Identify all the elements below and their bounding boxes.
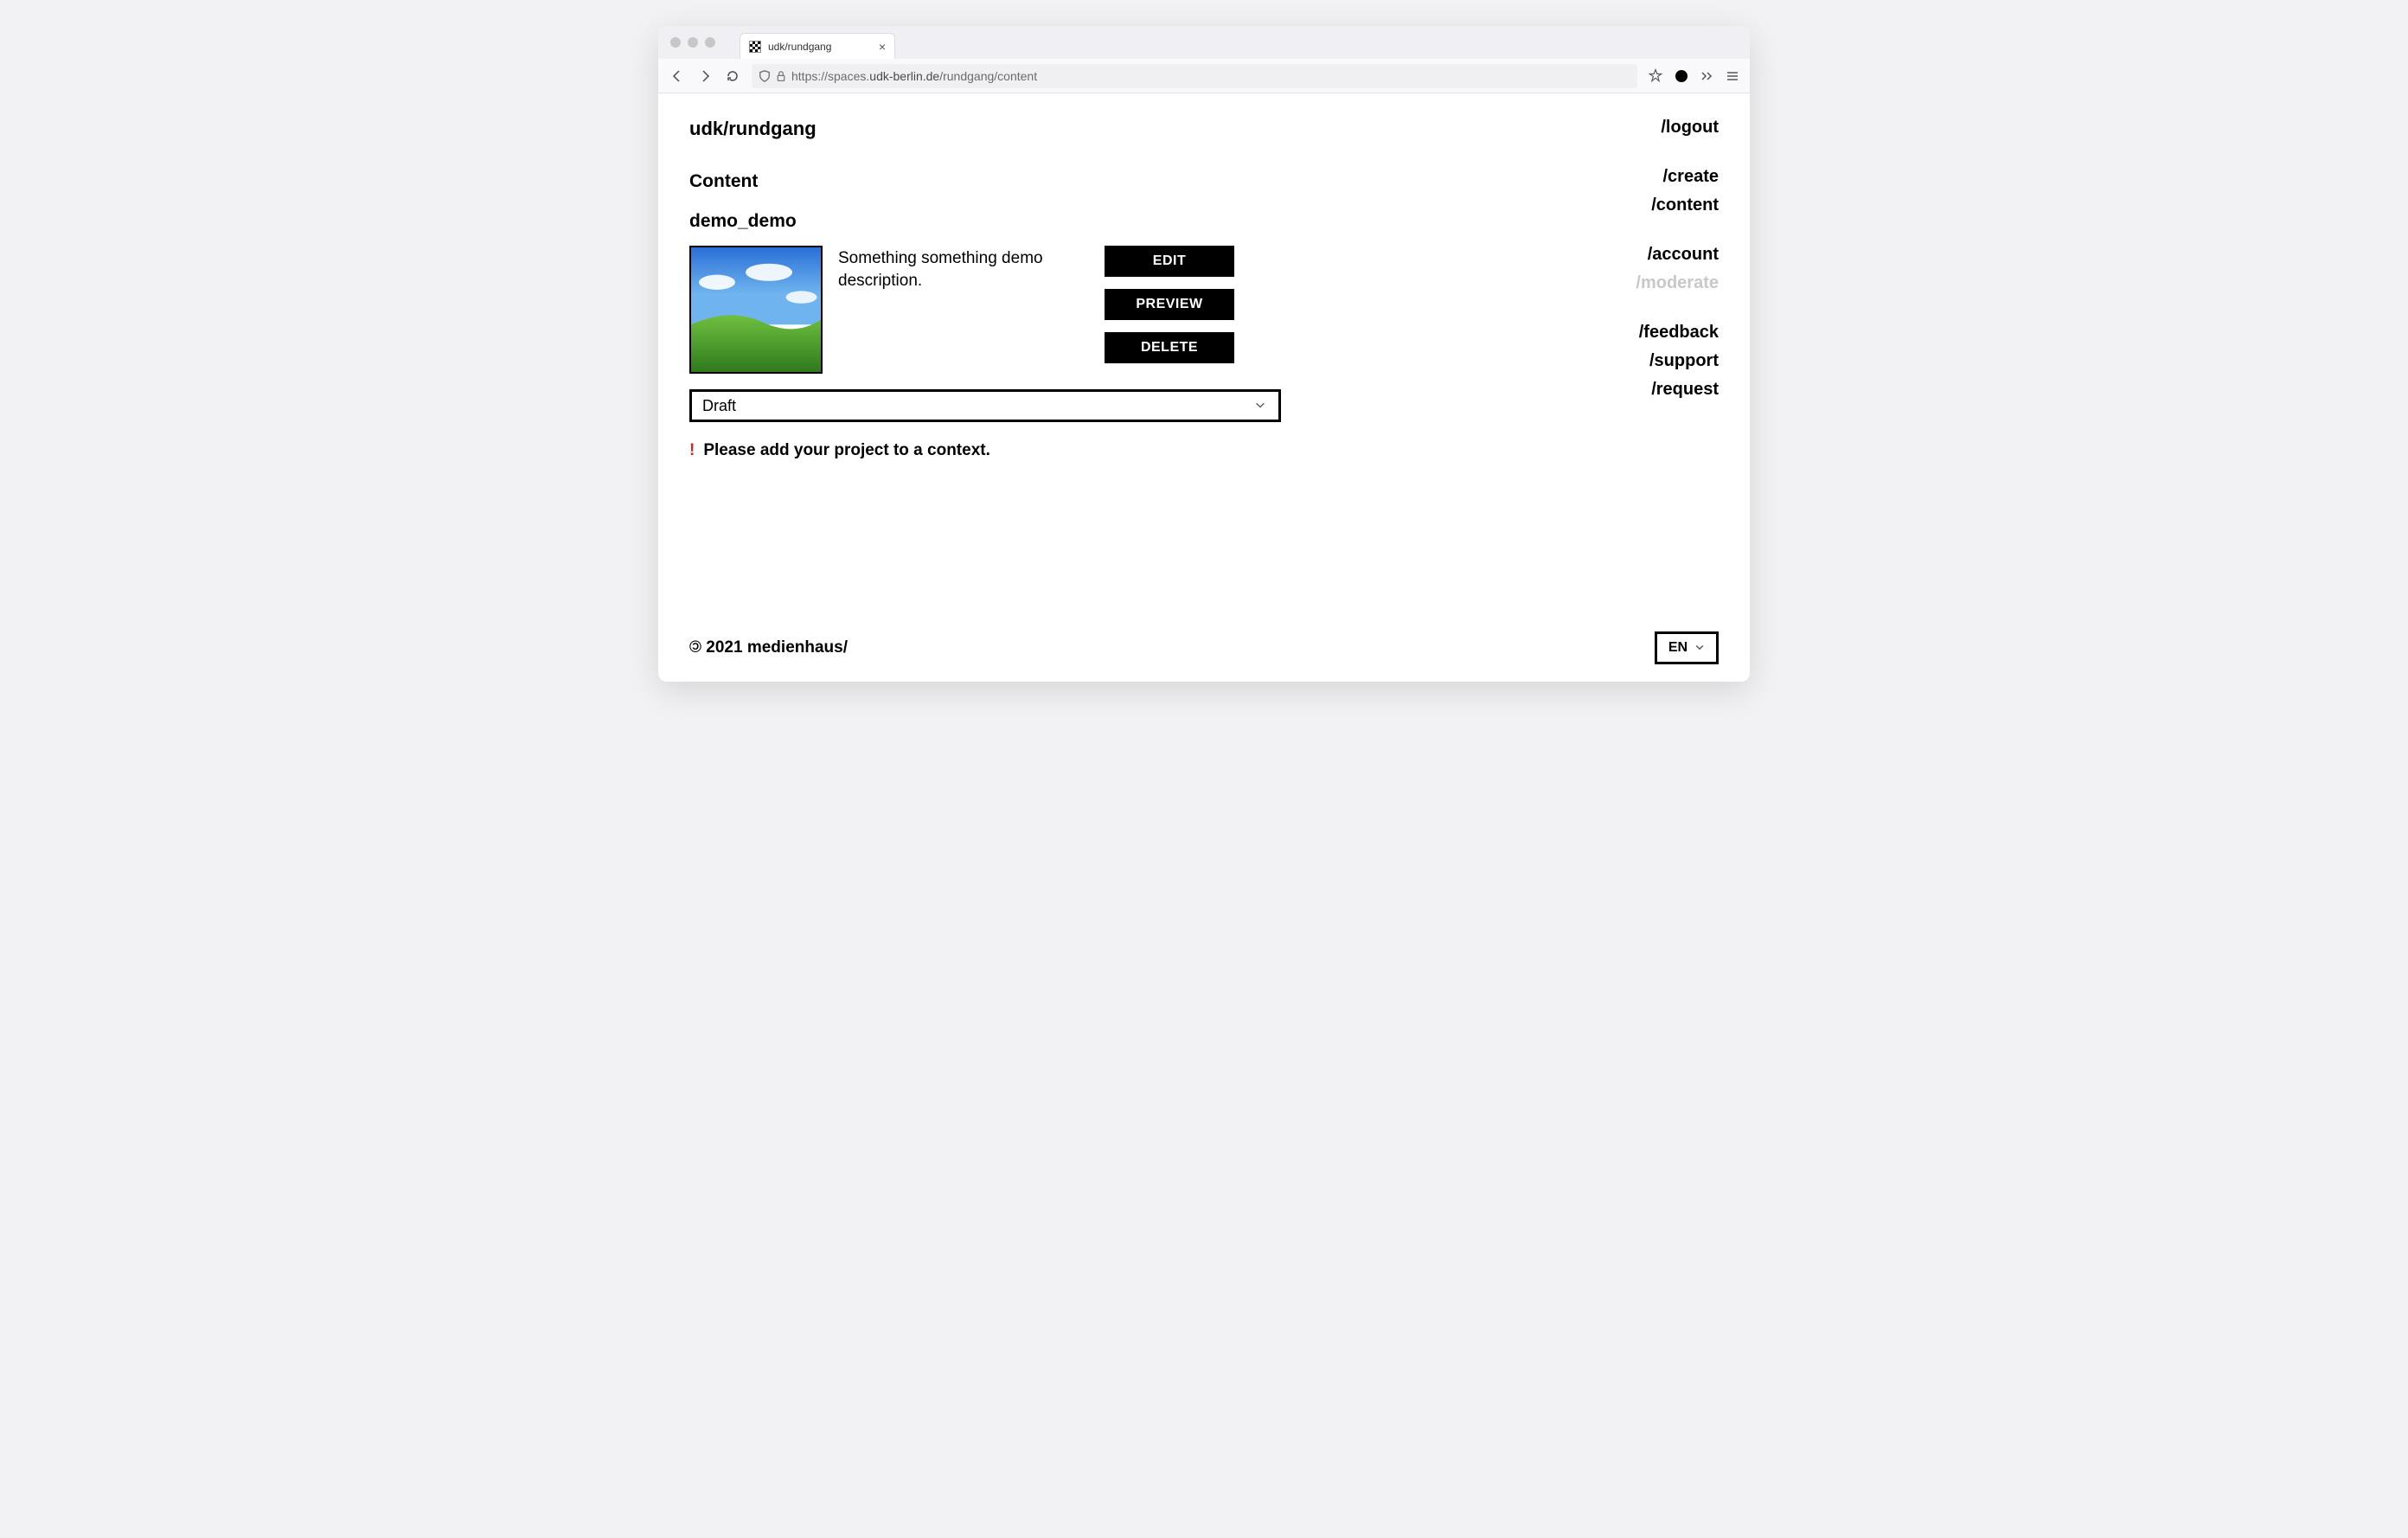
- delete-button[interactable]: DELETE: [1105, 332, 1234, 363]
- nav-logout[interactable]: /logout: [1606, 118, 1719, 138]
- tab-strip: udk/rundgang ×: [658, 26, 1750, 59]
- tab-title: udk/rundgang: [768, 41, 831, 53]
- warning-text: Please add your project to a context.: [703, 441, 990, 460]
- status-selected-value: Draft: [702, 397, 736, 415]
- warning-message: ! Please add your project to a context.: [689, 441, 1572, 460]
- language-value: EN: [1668, 640, 1688, 656]
- project-thumbnail: [689, 246, 823, 374]
- favicon-icon: [749, 41, 761, 53]
- close-window-icon[interactable]: [670, 37, 681, 48]
- bookmark-star-icon[interactable]: [1648, 68, 1663, 84]
- browser-window: udk/rundgang × https://spaces.udk-berlin…: [658, 26, 1750, 682]
- nav-moderate: /moderate: [1606, 273, 1719, 293]
- window-controls: [670, 37, 715, 48]
- page-footer: © 2021 medienhaus/ EN: [689, 606, 1719, 664]
- nav-feedback[interactable]: /feedback: [1606, 323, 1719, 343]
- browser-toolbar: https://spaces.udk-berlin.de/rundgang/co…: [658, 59, 1750, 93]
- nav-support[interactable]: /support: [1606, 351, 1719, 371]
- footer-brand: medienhaus/: [747, 638, 848, 657]
- reload-button[interactable]: [724, 69, 741, 83]
- address-bar[interactable]: https://spaces.udk-berlin.de/rundgang/co…: [752, 64, 1637, 88]
- maximize-window-icon[interactable]: [705, 37, 715, 48]
- chevron-down-icon: [1694, 642, 1705, 655]
- profile-icon[interactable]: [1675, 70, 1688, 82]
- preview-button[interactable]: PREVIEW: [1105, 289, 1234, 320]
- menu-icon[interactable]: [1726, 69, 1739, 83]
- page-content: udk/rundgang Content demo_demo: [658, 93, 1750, 682]
- back-button[interactable]: [669, 69, 686, 83]
- browser-tab[interactable]: udk/rundgang ×: [740, 33, 895, 59]
- nav-request[interactable]: /request: [1606, 380, 1719, 400]
- lock-icon: [776, 70, 786, 82]
- language-select[interactable]: EN: [1655, 631, 1719, 664]
- nav-account[interactable]: /account: [1606, 245, 1719, 265]
- edit-button[interactable]: EDIT: [1105, 246, 1234, 277]
- minimize-window-icon[interactable]: [688, 37, 698, 48]
- project-description: Something something demo description.: [838, 246, 1089, 292]
- sidebar-nav: /logout /create /content /account /moder…: [1606, 118, 1719, 606]
- status-select[interactable]: Draft: [689, 389, 1281, 422]
- tab-close-icon[interactable]: ×: [879, 40, 886, 54]
- nav-create[interactable]: /create: [1606, 167, 1719, 187]
- shield-icon: [759, 70, 771, 82]
- site-title: udk/rundgang: [689, 118, 1572, 140]
- nav-content[interactable]: /content: [1606, 195, 1719, 215]
- section-title: Content: [689, 171, 1572, 192]
- toolbar-right: [1648, 68, 1739, 84]
- copyleft-icon: ©: [689, 638, 701, 657]
- project-actions: EDIT PREVIEW DELETE: [1105, 246, 1234, 363]
- url-text: https://spaces.udk-berlin.de/rundgang/co…: [791, 69, 1037, 83]
- project-item: Something something demo description. ED…: [689, 246, 1572, 374]
- footer-year: 2021: [706, 638, 742, 657]
- chevron-down-icon: [1254, 397, 1266, 415]
- project-title: demo_demo: [689, 211, 1572, 232]
- overflow-chevrons-icon[interactable]: [1700, 69, 1713, 83]
- forward-button[interactable]: [696, 69, 714, 83]
- footer-copyright: © 2021 medienhaus/: [689, 638, 848, 657]
- main-column: udk/rundgang Content demo_demo: [689, 118, 1606, 606]
- warning-icon: !: [689, 441, 695, 460]
